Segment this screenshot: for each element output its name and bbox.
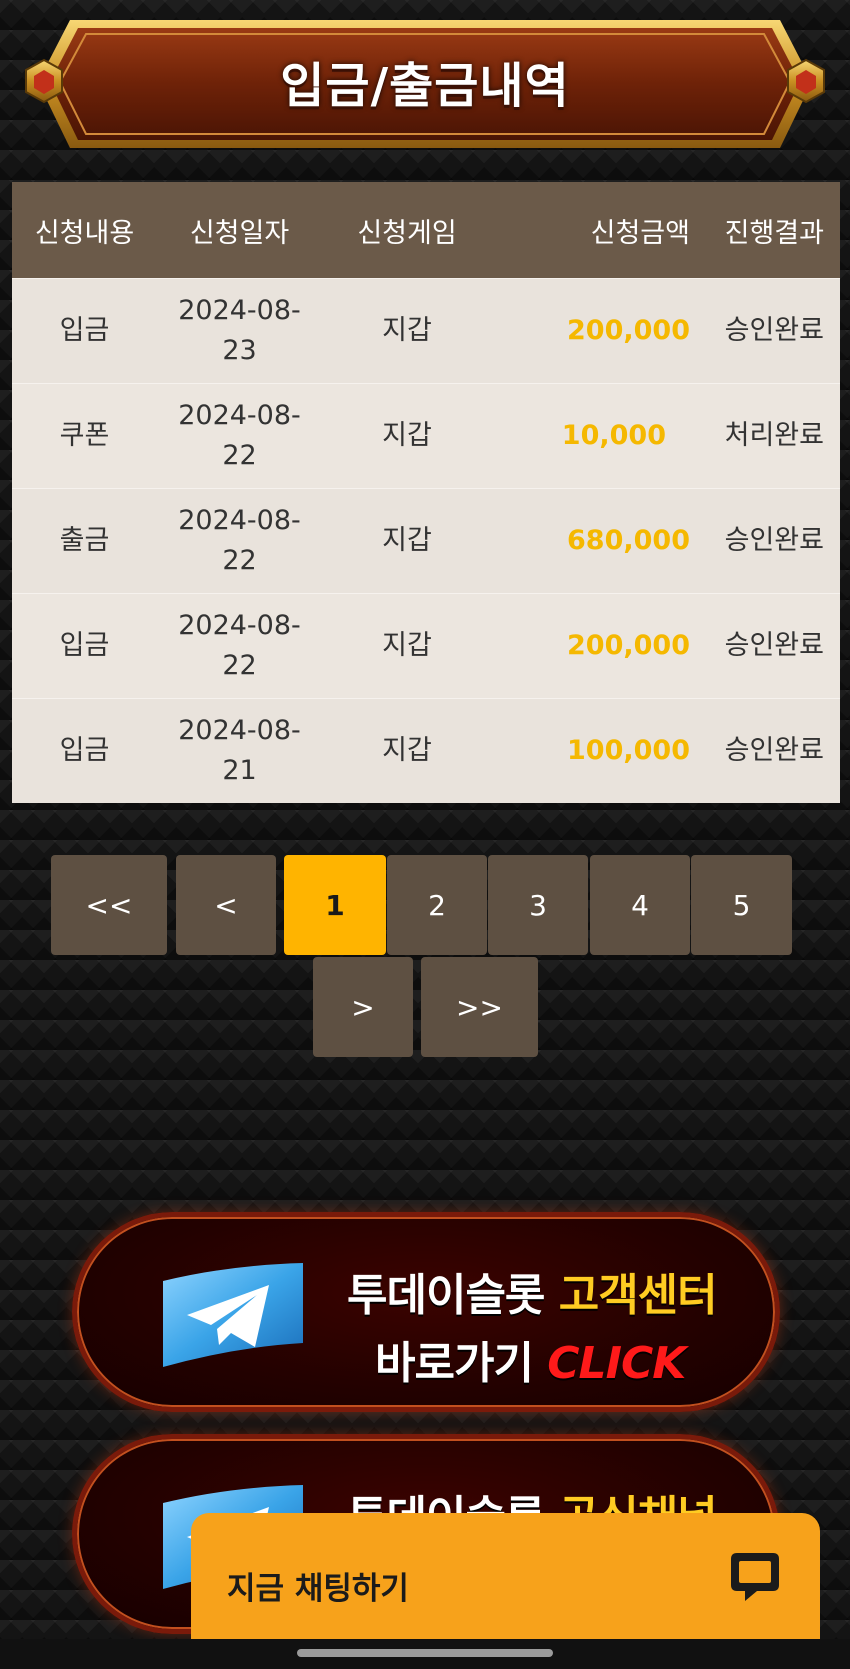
home-gesture-handle[interactable] <box>297 1649 553 1657</box>
cell-status: 승인완료 <box>724 735 824 766</box>
promo-text-goto: 바로가기 <box>375 1338 548 1389</box>
promo-line2: 바로가기 CLICK <box>375 1327 686 1391</box>
cell-game: 지갑 <box>382 735 432 766</box>
cell-game: 지갑 <box>382 420 432 451</box>
header-date: 신청일자 <box>189 217 290 249</box>
cell-status: 승인완료 <box>724 630 824 661</box>
title-banner: 입금/출금내역 <box>0 0 850 160</box>
cell-date-line2: 21 <box>222 755 257 786</box>
cell-date: 2024-08- 23 <box>157 291 322 371</box>
cell-date-line1: 2024-08- <box>178 715 301 746</box>
history-table: 신청내용 신청일자 신청게임 신청금액 진행결과 입금 2024-08- 23 지… <box>12 182 840 803</box>
last-page-button[interactable]: >> <box>421 957 538 1057</box>
customer-center-banner[interactable]: 투데이슬롯 고객센터 바로가기 CLICK <box>72 1212 780 1412</box>
cell-type: 입금 <box>59 630 110 661</box>
page-title: 입금/출금내역 <box>280 58 570 114</box>
cell-status: 처리완료 <box>724 420 824 451</box>
table-row: 출금 2024-08- 22 지갑 680,000 승인완료 <box>12 488 840 593</box>
table-header: 신청내용 신청일자 신청게임 신청금액 진행결과 <box>12 182 840 278</box>
cell-date-line1: 2024-08- <box>178 295 301 326</box>
cell-date: 2024-08- 22 <box>157 396 322 476</box>
cell-date-line2: 22 <box>222 545 257 576</box>
telegram-icon <box>163 1263 303 1367</box>
first-page-button[interactable]: << <box>51 855 167 955</box>
cell-date-line2: 23 <box>222 335 257 366</box>
prev-page-button[interactable]: < <box>176 855 276 955</box>
cell-amount: 200,000 <box>567 630 690 661</box>
next-page-button[interactable]: > <box>313 957 413 1057</box>
chat-widget[interactable]: 지금 채팅하기 <box>191 1513 820 1639</box>
cell-date: 2024-08- 22 <box>157 501 322 581</box>
promo-line1: 투데이슬롯 고객센터 <box>347 1259 718 1323</box>
cell-amount: 680,000 <box>567 525 690 556</box>
header-amount: 신청금액 <box>590 217 690 249</box>
table-row: 입금 2024-08- 21 지갑 100,000 승인완료 <box>12 698 840 803</box>
system-nav-bar <box>0 1639 850 1669</box>
cell-type: 쿠폰 <box>59 420 110 451</box>
cell-type: 출금 <box>59 525 110 556</box>
cell-amount: 10,000 <box>561 420 666 451</box>
cell-game: 지갑 <box>382 630 432 661</box>
cell-date-line1: 2024-08- <box>178 400 301 431</box>
page-button-4[interactable]: 4 <box>590 855 690 955</box>
cell-date: 2024-08- 21 <box>157 711 322 791</box>
cell-date-line1: 2024-08- <box>178 610 301 641</box>
cell-status: 승인완료 <box>724 315 824 346</box>
cell-date-line2: 22 <box>222 650 257 681</box>
table-body: 입금 2024-08- 23 지갑 200,000 승인완료 쿠폰 2024-08… <box>12 278 840 803</box>
promo-text-highlight: 고객센터 <box>558 1270 718 1321</box>
header-game: 신청게임 <box>357 217 457 249</box>
cell-amount: 200,000 <box>567 315 690 346</box>
table-row: 쿠폰 2024-08- 22 지갑 10,000 처리완료 <box>12 383 840 488</box>
page-button-5[interactable]: 5 <box>691 855 792 955</box>
cell-game: 지갑 <box>382 315 432 346</box>
page-button-2[interactable]: 2 <box>387 855 487 955</box>
cell-type: 입금 <box>59 315 110 346</box>
header-status: 진행결과 <box>724 217 824 249</box>
cell-date-line1: 2024-08- <box>178 505 301 536</box>
cell-date-line2: 22 <box>222 440 257 471</box>
promo-text-click: CLICK <box>547 1338 686 1389</box>
page-button-1[interactable]: 1 <box>284 855 386 955</box>
promo-text-brand: 투데이슬롯 <box>347 1270 559 1321</box>
cell-type: 입금 <box>59 735 110 766</box>
chat-label: 지금 채팅하기 <box>227 1571 409 1607</box>
cell-game: 지갑 <box>382 525 432 556</box>
cell-date: 2024-08- 22 <box>157 606 322 686</box>
table-row: 입금 2024-08- 23 지갑 200,000 승인완료 <box>12 278 840 383</box>
header-type: 신청내용 <box>34 217 135 249</box>
chat-bubble-icon <box>731 1553 779 1601</box>
page-button-3[interactable]: 3 <box>488 855 588 955</box>
cell-status: 승인완료 <box>724 525 824 556</box>
cell-amount: 100,000 <box>567 735 690 766</box>
table-row: 입금 2024-08- 22 지갑 200,000 승인완료 <box>12 593 840 698</box>
